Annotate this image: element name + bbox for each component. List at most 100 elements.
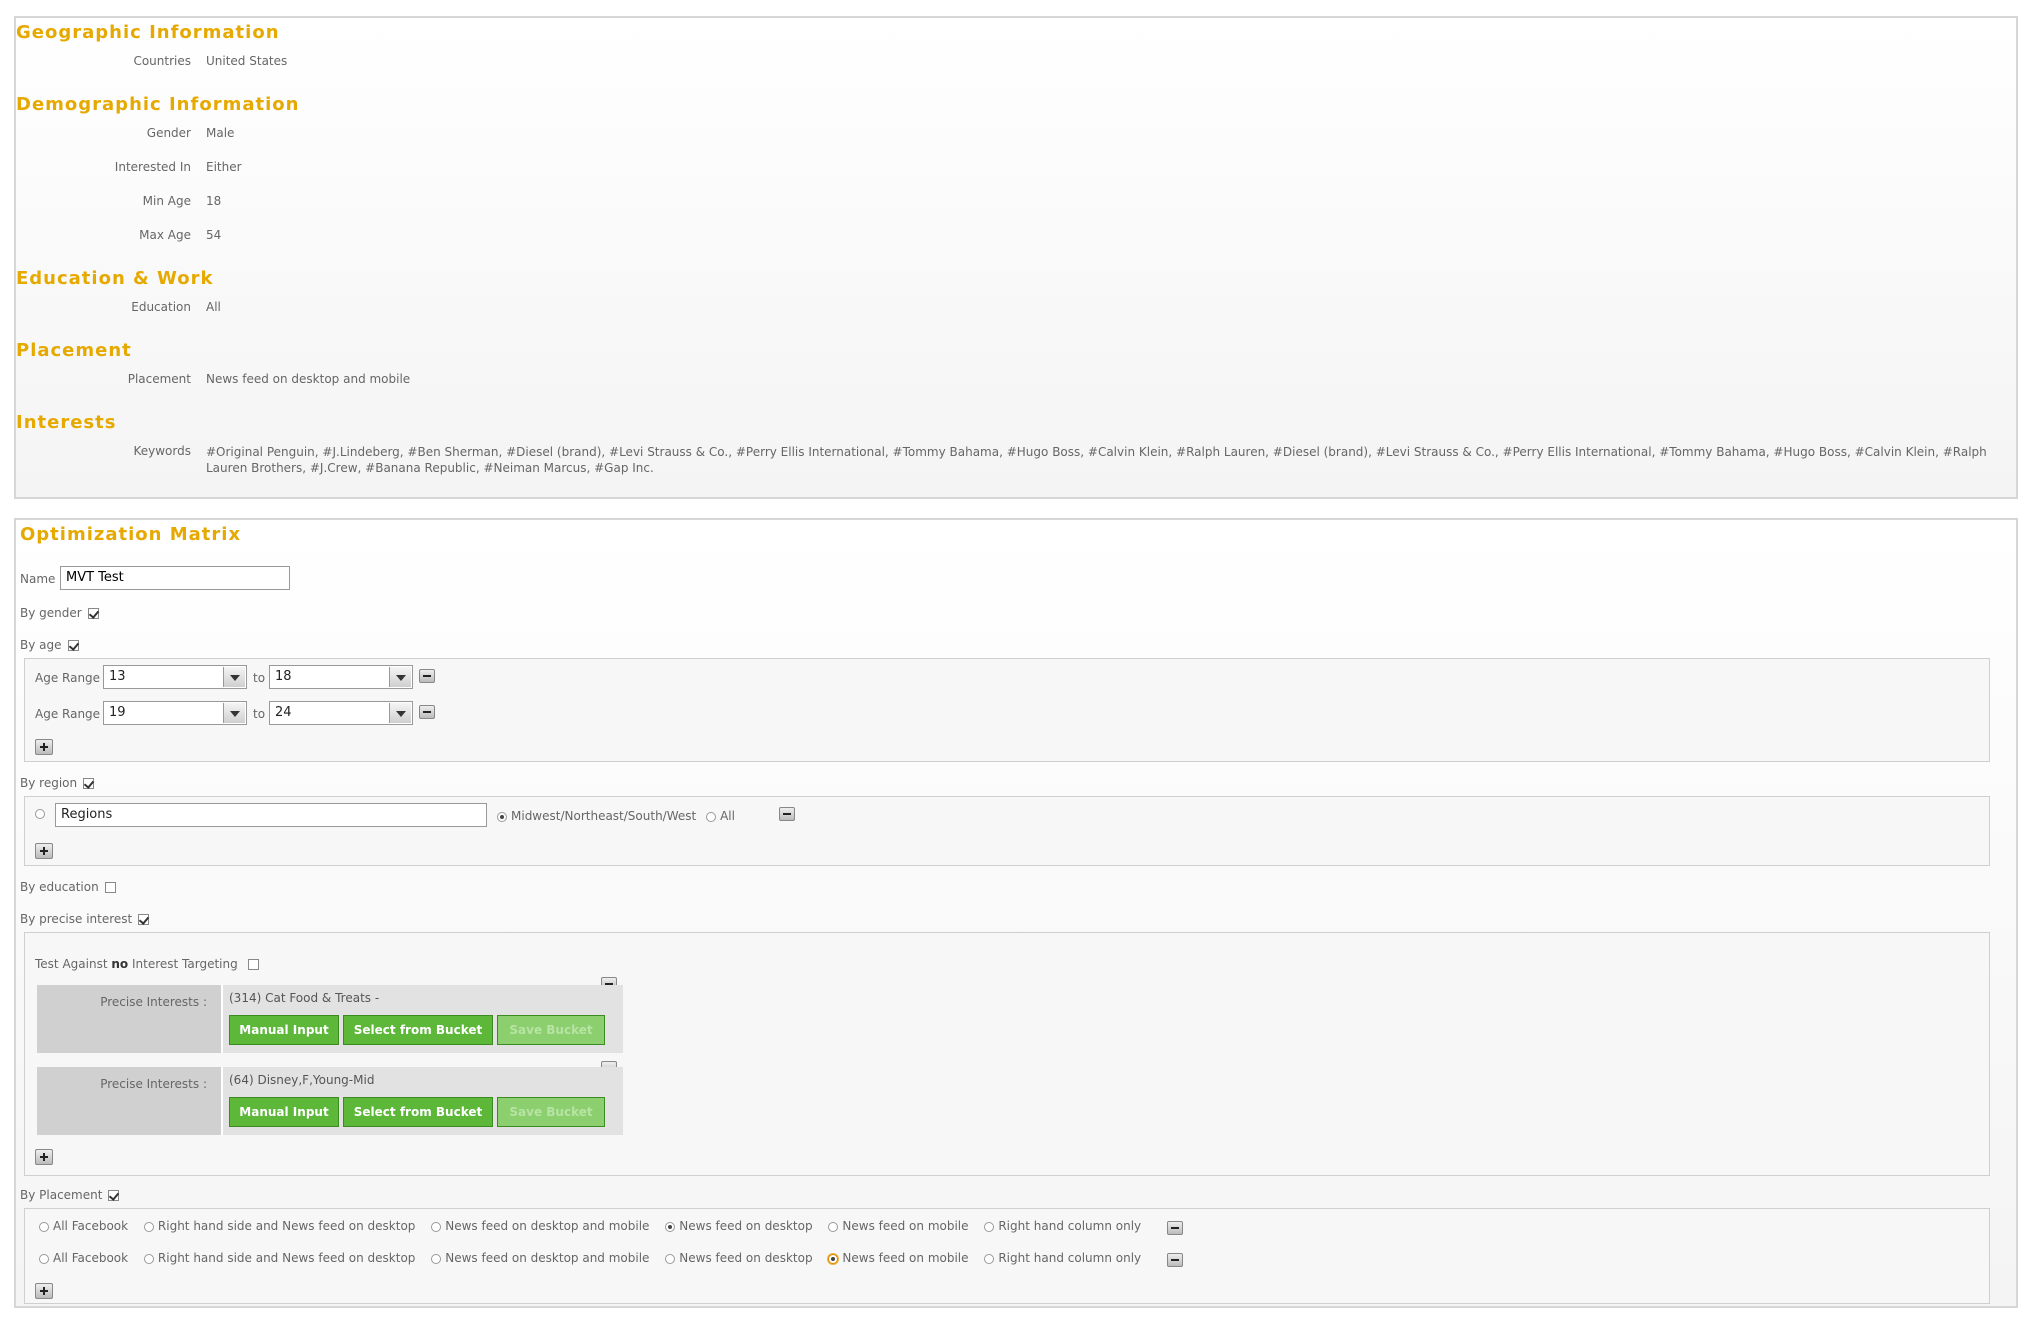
interested-in-label: Interested In [114, 160, 191, 174]
placement-option-label: Right hand side and News feed on desktop [157, 1219, 416, 1233]
by-region-label: By region [20, 776, 78, 790]
placement-radio[interactable] [828, 1253, 839, 1264]
by-placement-label: By Placement [20, 1188, 103, 1202]
gender-value: Male [206, 126, 235, 140]
chevron-down-icon [389, 703, 411, 723]
placement-radio[interactable] [39, 1221, 49, 1232]
placement-option-label: All Facebook [53, 1219, 129, 1233]
interested-in-value: Either [206, 160, 242, 174]
placement-value: News feed on desktop and mobile [206, 372, 411, 386]
by-age-row: By age [20, 638, 79, 652]
select-from-bucket-button[interactable]: Select from Bucket [343, 1015, 493, 1045]
demographic-section-title: Demographic Information [16, 94, 300, 115]
test-against-bold: no [111, 957, 129, 971]
by-age-checkbox[interactable] [67, 640, 79, 651]
targeting-summary-panel: Geographic Information Countries United … [14, 16, 2018, 499]
chevron-down-icon [223, 667, 245, 687]
remove-placement-button[interactable] [1167, 1221, 1183, 1235]
test-against-prefix: Test Against [35, 957, 108, 971]
by-region-checkbox[interactable] [83, 778, 95, 789]
name-label: Name [20, 572, 56, 586]
keywords-label: Keywords [133, 444, 191, 458]
age-range-to-select[interactable]: 18 [269, 665, 413, 689]
max-age-label: Max Age [139, 228, 191, 242]
by-gender-label: By gender [20, 606, 82, 620]
remove-region-button[interactable] [779, 807, 795, 821]
region-all-radio[interactable] [706, 811, 717, 822]
max-age-value: 54 [206, 228, 222, 242]
by-gender-checkbox[interactable] [87, 608, 99, 619]
placement-radio[interactable] [143, 1221, 154, 1232]
age-range-from-select[interactable]: 13 [103, 665, 247, 689]
placement-radio[interactable] [431, 1221, 442, 1232]
add-precise-interest-button[interactable] [35, 1149, 53, 1165]
placement-option-label: All Facebook [53, 1251, 129, 1265]
placement-option-label: News feed on mobile [842, 1219, 969, 1233]
gender-label: Gender [146, 126, 191, 140]
countries-value: United States [206, 54, 288, 68]
by-placement-checkbox[interactable] [108, 1190, 120, 1201]
optimization-matrix-panel: Optimization Matrix Name MVT Test By gen… [14, 518, 2018, 1308]
placement-radio[interactable] [431, 1253, 442, 1264]
region-row-radio[interactable] [35, 809, 45, 819]
placement-label: Placement [127, 372, 191, 386]
remove-age-range-button[interactable] [419, 669, 435, 683]
min-age-value: 18 [206, 194, 222, 208]
precise-interests-value: (64) Disney,F,Young-Mid [229, 1073, 375, 1087]
by-education-label: By education [20, 880, 99, 894]
by-placement-row: By Placement [20, 1188, 120, 1202]
education-label: Education [131, 300, 191, 314]
placement-radio[interactable] [984, 1221, 995, 1232]
save-bucket-button[interactable]: Save Bucket [497, 1097, 605, 1127]
placement-option-label: News feed on desktop and mobile [445, 1251, 650, 1265]
chevron-down-icon [223, 703, 245, 723]
regions-select[interactable]: Regions [55, 803, 487, 827]
age-range-group: Age Range 13 to 18 Age Range 19 to 24 [24, 658, 1990, 762]
age-range-from-select[interactable]: 19 [103, 701, 247, 725]
by-region-row: By region [20, 776, 95, 790]
placement-radio[interactable] [143, 1253, 154, 1264]
min-age-label: Min Age [142, 194, 191, 208]
placement-radio[interactable] [828, 1221, 839, 1232]
save-bucket-button[interactable]: Save Bucket [497, 1015, 605, 1045]
manual-input-button[interactable]: Manual Input [229, 1097, 339, 1127]
placement-radio[interactable] [39, 1253, 49, 1264]
remove-placement-button[interactable] [1167, 1253, 1183, 1267]
placement-option-label: News feed on desktop [679, 1251, 813, 1265]
precise-interests-content: (64) Disney,F,Young-Mid Manual Input Sel… [221, 1067, 623, 1135]
by-precise-interest-checkbox[interactable] [138, 914, 150, 925]
placement-option-label: News feed on mobile [842, 1251, 969, 1265]
test-against-row: Test Against no Interest Targeting [35, 957, 259, 971]
placement-option-label: Right hand side and News feed on desktop [157, 1251, 416, 1265]
region-group: Regions Midwest/Northeast/South/West All [24, 796, 1990, 866]
precise-interests-label: Precise Interests : [100, 1077, 207, 1091]
placement-option-label: Right hand column only [998, 1219, 1142, 1233]
by-education-checkbox[interactable] [104, 882, 116, 893]
geographic-section-title: Geographic Information [16, 22, 280, 43]
name-input[interactable]: MVT Test [60, 566, 290, 590]
education-value: All [206, 300, 221, 314]
age-range-label: Age Range [35, 671, 101, 685]
placement-row: All Facebook Right hand side and News fe… [39, 1219, 1143, 1233]
remove-age-range-button[interactable] [419, 705, 435, 719]
add-region-button[interactable] [35, 843, 53, 859]
manual-input-button[interactable]: Manual Input [229, 1015, 339, 1045]
placement-radio[interactable] [665, 1253, 676, 1264]
placement-radio[interactable] [984, 1253, 995, 1264]
test-against-checkbox[interactable] [247, 959, 259, 970]
age-range-to-label: to [253, 671, 266, 685]
add-age-range-button[interactable] [35, 739, 53, 755]
placement-section-title: Placement [16, 340, 132, 361]
select-from-bucket-button[interactable]: Select from Bucket [343, 1097, 493, 1127]
precise-interests-label: Precise Interests : [100, 995, 207, 1009]
placement-row: All Facebook Right hand side and News fe… [39, 1251, 1143, 1265]
placement-radio[interactable] [665, 1221, 676, 1232]
precise-interest-block: Precise Interests : (314) Cat Food & Tre… [37, 985, 623, 1053]
placement-option-label: News feed on desktop [679, 1219, 813, 1233]
by-age-label: By age [20, 638, 62, 652]
add-placement-button[interactable] [35, 1283, 53, 1299]
interests-section-title: Interests [16, 412, 117, 433]
age-range-label: Age Range [35, 707, 101, 721]
region-option-radio[interactable] [497, 811, 507, 822]
age-range-to-select[interactable]: 24 [269, 701, 413, 725]
